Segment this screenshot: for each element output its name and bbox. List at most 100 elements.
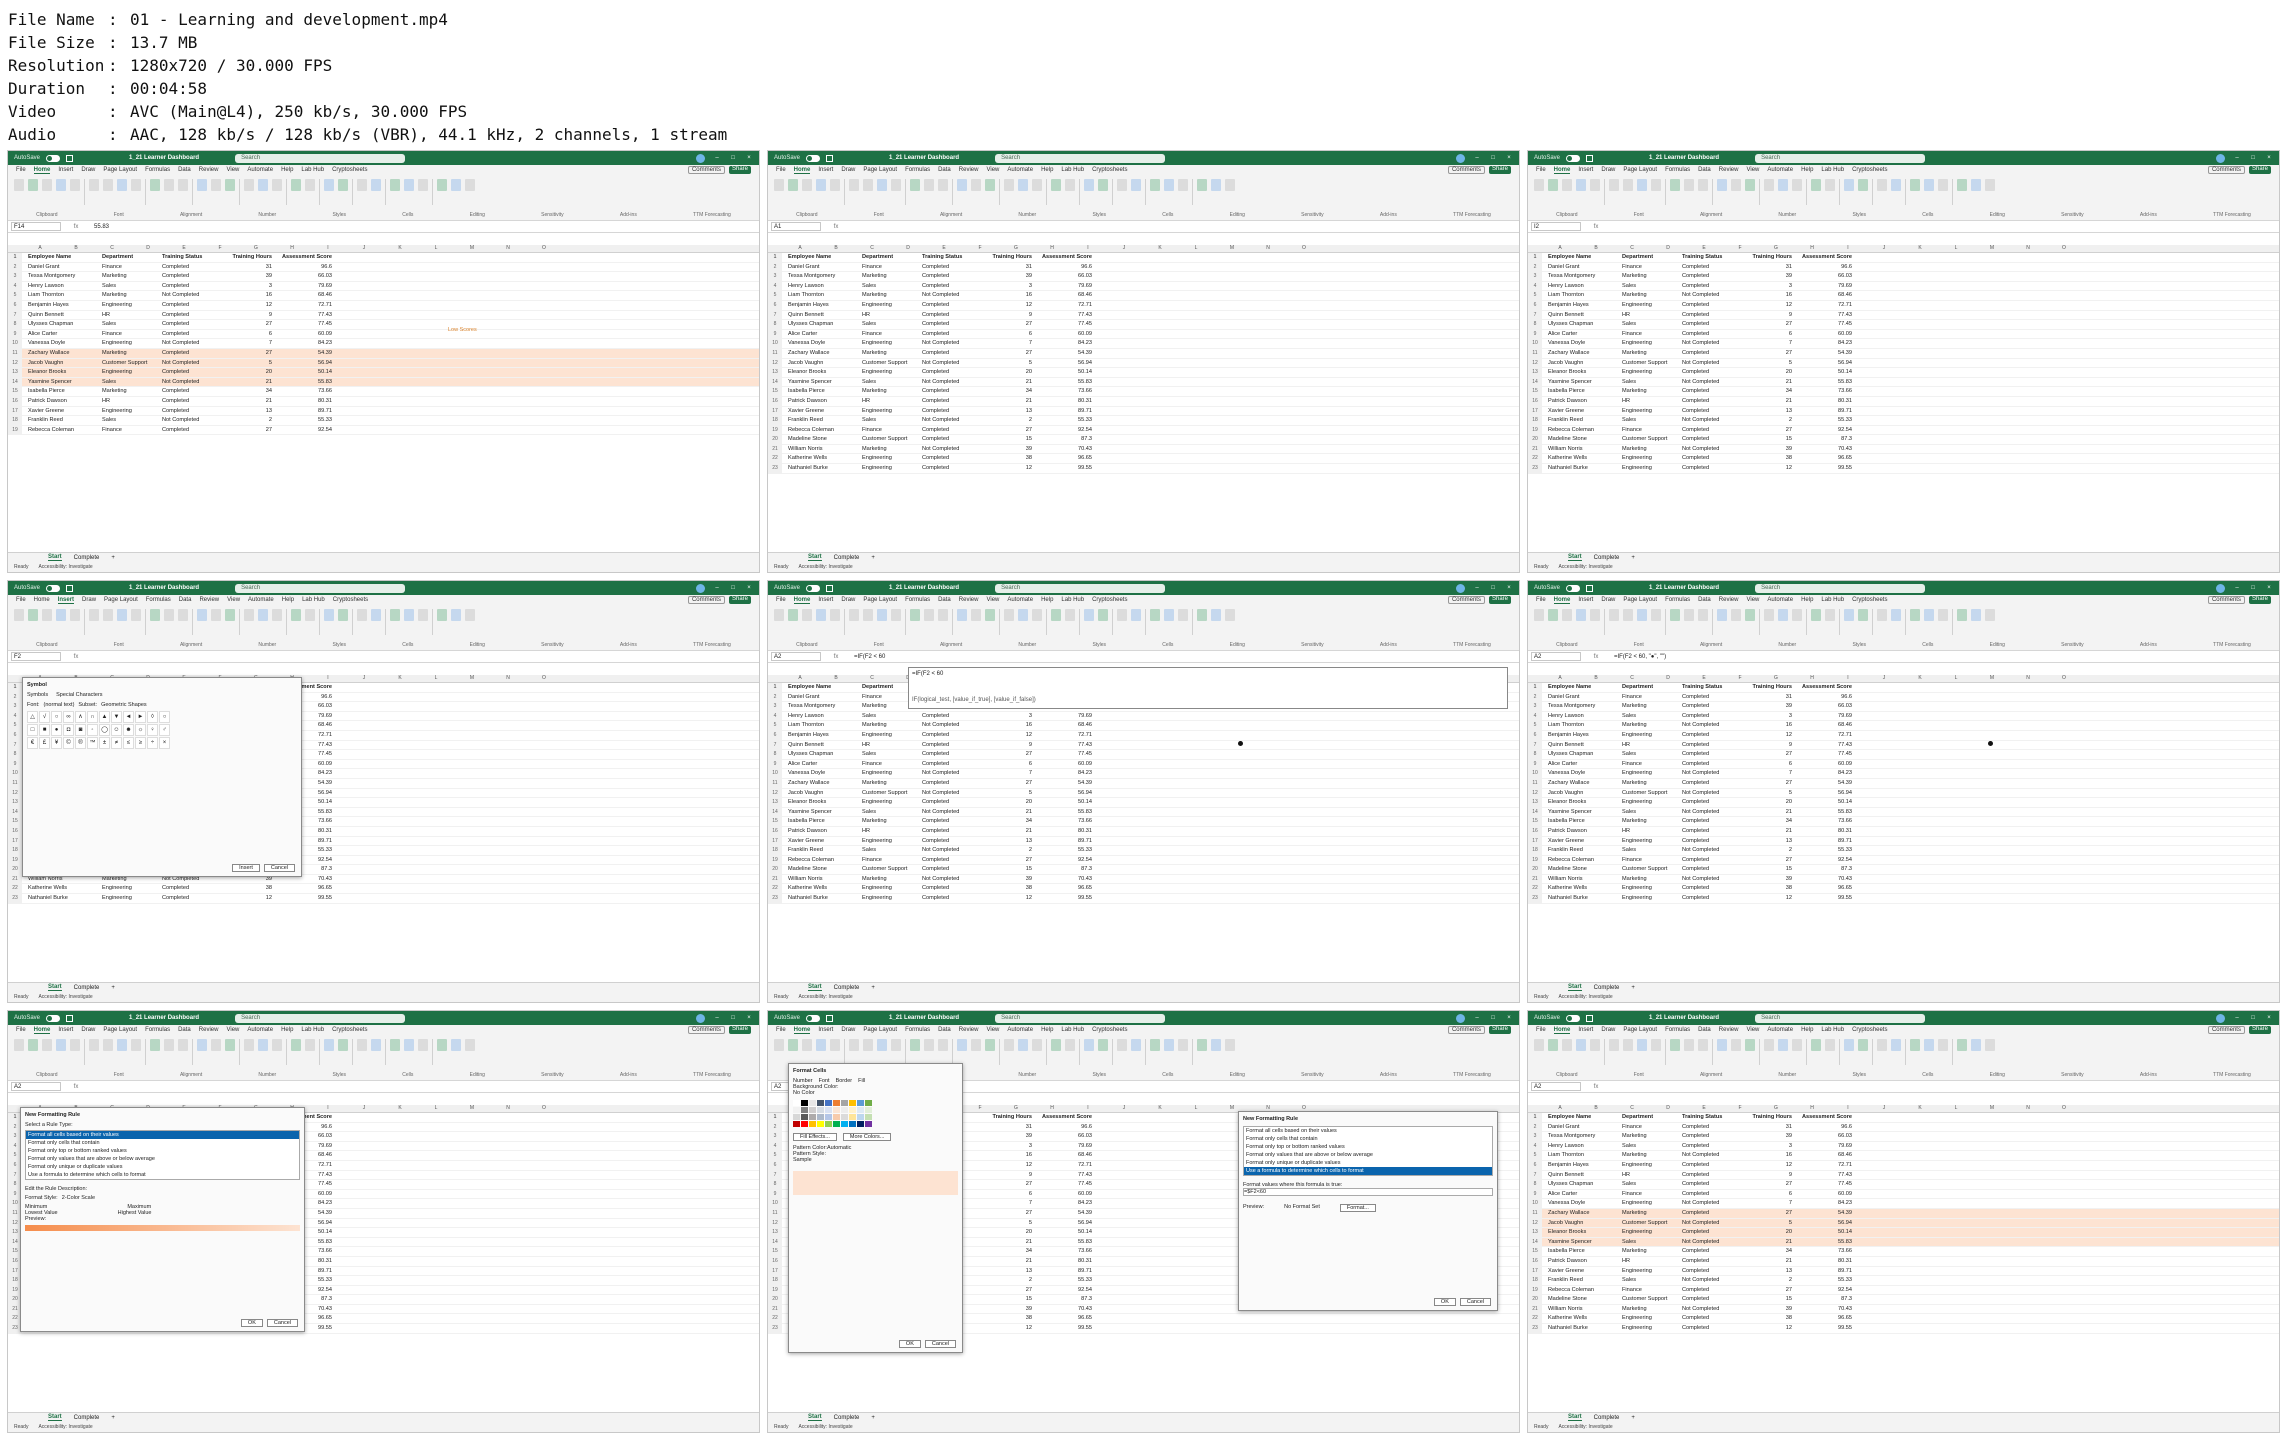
ribbon-command-icon[interactable] [258, 609, 268, 621]
cell[interactable]: 79.69 [276, 282, 336, 292]
cell[interactable]: 27 [992, 1286, 1036, 1296]
row-number[interactable]: 17 [768, 1266, 782, 1277]
cell[interactable]: Sales [1622, 378, 1682, 388]
ribbon-tab[interactable]: Home [793, 597, 811, 604]
symbol-cell[interactable]: ▼ [111, 711, 122, 723]
ribbon-tab[interactable]: Draw [841, 597, 855, 603]
cell[interactable]: Engineering [1622, 1228, 1682, 1238]
cell[interactable]: 13 [1752, 407, 1796, 417]
table-row[interactable]: 14Yasmine SpencerSalesNot Completed2155.… [768, 807, 1519, 818]
cell[interactable]: 60.09 [1036, 1190, 1096, 1200]
cell[interactable]: Nathaniel Burke [22, 894, 102, 904]
cell[interactable]: 34 [1752, 1247, 1796, 1257]
ribbon-command-icon[interactable] [1877, 609, 1887, 621]
ribbon-tab[interactable]: Help [1801, 597, 1813, 603]
row-number[interactable]: 19 [8, 425, 22, 436]
cell[interactable]: Completed [1682, 1123, 1752, 1133]
cell[interactable]: Sales [862, 416, 922, 426]
sheet-tab[interactable]: Complete [1594, 985, 1620, 991]
ribbon-tab[interactable]: Home [1553, 167, 1571, 174]
cell[interactable]: 39 [1752, 875, 1796, 885]
cell[interactable]: 55.83 [1796, 808, 1856, 818]
ribbon-command-icon[interactable] [1825, 609, 1835, 621]
color-swatch[interactable] [849, 1100, 856, 1106]
ribbon-tab[interactable]: Help [1801, 1027, 1813, 1033]
column-header[interactable]: A [1542, 245, 1578, 252]
row-number[interactable]: 15 [8, 387, 22, 397]
maximize-icon[interactable]: □ [1489, 585, 1497, 591]
ribbon-command-icon[interactable] [1651, 1039, 1661, 1051]
cell[interactable]: Zachary Wallace [1542, 779, 1622, 789]
cell[interactable]: 2 [992, 1276, 1036, 1286]
rule-formula-input[interactable]: =$F2<60 [1243, 1188, 1493, 1196]
cell[interactable]: 5 [992, 789, 1036, 799]
table-row[interactable]: 19Rebecca ColemanFinanceCompleted2792.54 [1528, 1285, 2279, 1296]
cell[interactable]: Sales [1622, 416, 1682, 426]
row-number[interactable]: 7 [8, 310, 22, 321]
ribbon-command-icon[interactable] [244, 609, 254, 621]
cell[interactable]: Yasmine Spencer [782, 378, 862, 388]
cell[interactable]: 27 [992, 349, 1036, 359]
column-header[interactable]: L [1178, 245, 1214, 252]
rule-type-option[interactable]: Format all cells based on their values [1244, 1127, 1492, 1135]
table-row[interactable]: 18Franklin ReedSalesNot Completed255.33 [1528, 1276, 2279, 1286]
column-header[interactable]: K [1142, 1105, 1178, 1112]
column-header[interactable]: L [418, 675, 454, 682]
ribbon-tab[interactable]: Draw [841, 167, 855, 173]
cell[interactable]: Marketing [862, 272, 922, 282]
ribbon-command-icon[interactable] [1792, 609, 1802, 621]
row-number[interactable]: 6 [1528, 300, 1542, 311]
row-number[interactable]: 6 [768, 730, 782, 741]
ribbon-tab[interactable]: Review [1719, 597, 1739, 603]
row-number[interactable]: 22 [1528, 454, 1542, 465]
cell[interactable]: Completed [1682, 435, 1752, 445]
ribbon-tab[interactable]: Home [1553, 597, 1571, 604]
ribbon-tab[interactable]: Help [1041, 1027, 1053, 1033]
ribbon-command-icon[interactable] [1065, 1039, 1075, 1051]
cell[interactable]: Not Completed [1682, 846, 1752, 856]
cell[interactable]: 21 [992, 827, 1036, 837]
column-header[interactable]: B [1578, 675, 1614, 682]
row-number[interactable]: 12 [8, 358, 22, 369]
ribbon-command-icon[interactable] [272, 609, 282, 621]
row-number[interactable]: 11 [8, 348, 22, 359]
comments-button[interactable]: Comments [1447, 596, 1485, 604]
sheet-tab[interactable]: Start [808, 554, 822, 561]
cell[interactable]: Isabella Pierce [782, 387, 862, 397]
cell[interactable]: 66.03 [1796, 1132, 1856, 1142]
color-swatch[interactable] [841, 1100, 848, 1106]
ribbon-tab[interactable]: Page Layout [863, 1027, 897, 1033]
row-number[interactable]: 4 [768, 711, 782, 722]
ribbon-command-icon[interactable] [338, 609, 348, 621]
column-header[interactable]: I [310, 1105, 346, 1112]
column-header[interactable]: F [202, 245, 238, 252]
cell[interactable]: 16 [992, 721, 1036, 731]
row-number[interactable]: 20 [1528, 865, 1542, 875]
cell[interactable]: Completed [922, 301, 992, 311]
cell[interactable]: Engineering [1622, 837, 1682, 847]
row-number[interactable]: 23 [8, 894, 22, 904]
ribbon-command-icon[interactable] [774, 1039, 784, 1051]
cell[interactable]: Engineering [1622, 454, 1682, 464]
ribbon-command-icon[interactable] [357, 609, 367, 621]
ribbon-command-icon[interactable] [371, 179, 381, 191]
cell[interactable]: 77.45 [276, 320, 336, 330]
search-input[interactable]: Search [995, 1013, 1166, 1023]
cell[interactable]: Engineering [862, 464, 922, 474]
ribbon-tab[interactable]: Draw [81, 167, 95, 173]
row-number[interactable]: 12 [1528, 788, 1542, 799]
cell[interactable]: 34 [992, 817, 1036, 827]
minimize-icon[interactable]: – [713, 155, 721, 161]
row-number[interactable]: 10 [1528, 339, 1542, 349]
cell[interactable]: Not Completed [922, 808, 992, 818]
cell[interactable]: 27 [232, 426, 276, 436]
cell[interactable]: 68.46 [1796, 721, 1856, 731]
cell[interactable]: Patrick Dawson [1542, 1257, 1622, 1267]
row-number[interactable]: 5 [1528, 721, 1542, 731]
symbol-cell[interactable]: × [159, 737, 170, 749]
cell[interactable]: Marketing [1622, 445, 1682, 455]
cell[interactable]: 12 [992, 731, 1036, 741]
ribbon-command-icon[interactable] [1637, 609, 1647, 621]
cell[interactable]: 50.14 [1036, 1228, 1096, 1238]
table-row[interactable]: 23Nathaniel BurkeEngineeringCompleted129… [1528, 464, 2279, 474]
